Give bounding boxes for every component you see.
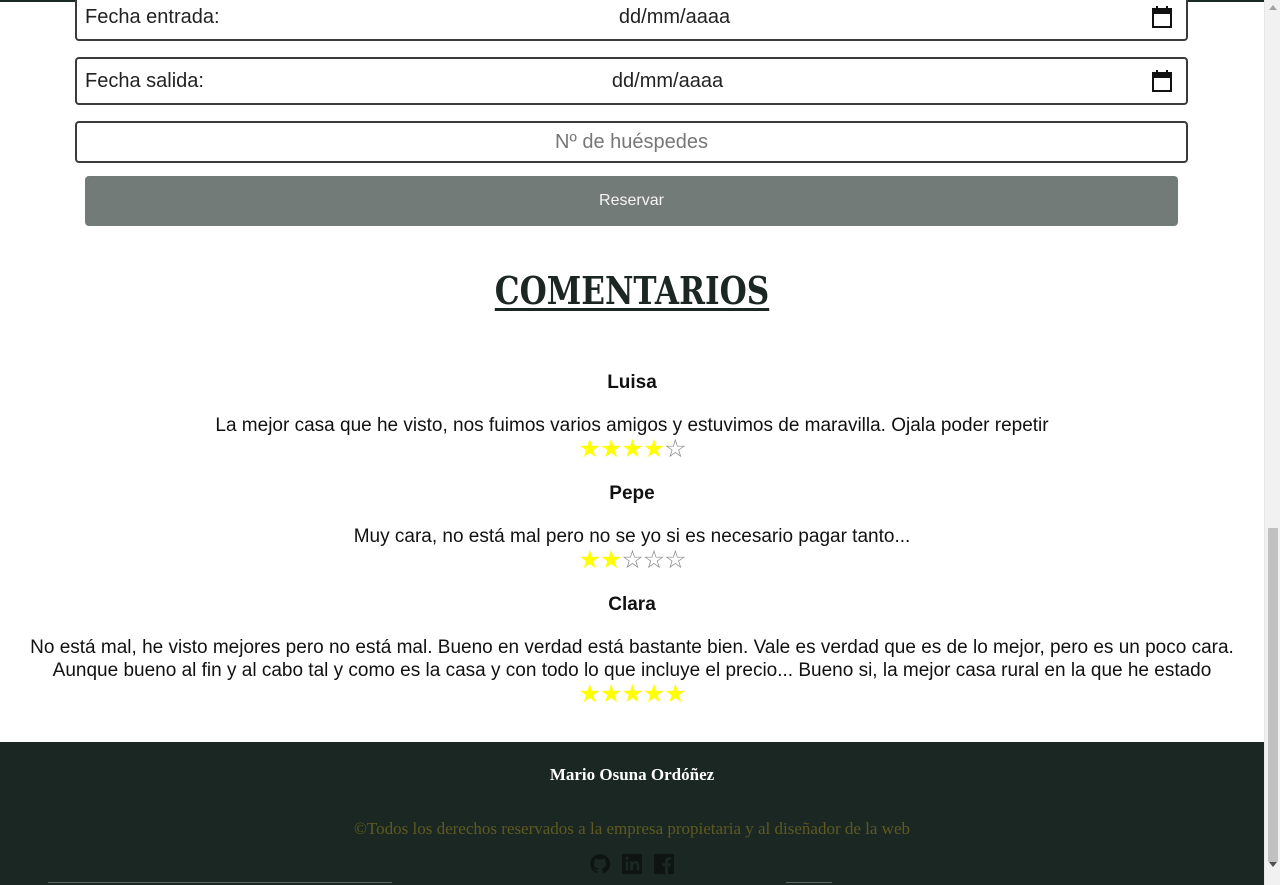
fecha-salida-label: Fecha salida:	[85, 69, 204, 92]
star-empty-icon: ☆	[642, 546, 665, 574]
comments-title: COMENTARIOS	[114, 268, 1150, 313]
star-empty-icon: ☆	[621, 546, 643, 574]
comment-item: Luisa La mejor casa que he visto, nos fu…	[0, 372, 1264, 462]
fecha-entrada-value: dd/mm/aaaa	[618, 5, 731, 28]
star-filled-icon: ★	[578, 546, 600, 574]
footer-divider	[786, 882, 832, 883]
fecha-entrada-field[interactable]: Fecha entrada: dd/mm/aaaa	[75, 0, 1188, 41]
guests-field	[75, 121, 1188, 163]
star-empty-icon: ☆	[664, 546, 686, 574]
comment-text: No está mal, he visto mejores pero no es…	[30, 637, 1234, 681]
comment-author: Luisa	[607, 372, 657, 393]
comment-item: Clara No está mal, he visto mejores pero…	[0, 594, 1264, 707]
star-filled-icon: ★	[599, 546, 622, 574]
star-rating: ★★★★★	[0, 682, 1264, 707]
fecha-salida-field[interactable]: Fecha salida: dd/mm/aaaa	[75, 57, 1188, 105]
fecha-salida-value: dd/mm/aaaa	[611, 69, 724, 92]
facebook-icon[interactable]	[653, 853, 675, 875]
star-filled-icon: ★	[664, 680, 686, 708]
comment-item: Pepe Muy cara, no está mal pero no se yo…	[0, 483, 1264, 573]
footer-copyright: ©Todos los derechos reservados a la empr…	[354, 819, 910, 838]
page: Fecha entrada: dd/mm/aaaa Fecha salida: …	[0, 0, 1264, 885]
linkedin-icon[interactable]	[621, 853, 643, 875]
vertical-scrollbar[interactable]	[1264, 0, 1280, 885]
star-filled-icon: ★	[578, 680, 600, 708]
scrollbar-thumb[interactable]	[1268, 528, 1278, 862]
comments-title-text: COMENTARIOS	[494, 268, 770, 313]
footer-author-name: Mario Osuna Ordóñez	[549, 765, 715, 784]
star-filled-icon: ★	[621, 435, 643, 463]
calendar-icon[interactable]	[1152, 70, 1172, 92]
guests-input[interactable]	[77, 123, 1186, 161]
star-rating: ★★☆☆☆	[0, 548, 1264, 573]
star-filled-icon: ★	[599, 680, 622, 708]
reserve-button[interactable]: Reservar	[85, 176, 1178, 226]
comment-author: Pepe	[609, 483, 655, 504]
calendar-icon[interactable]	[1152, 6, 1172, 28]
scroll-down-arrow-icon[interactable]	[1269, 862, 1277, 867]
github-icon[interactable]	[589, 853, 611, 875]
footer: Mario Osuna Ordóñez ©Todos los derechos …	[0, 742, 1264, 885]
footer-divider	[48, 882, 392, 883]
star-filled-icon: ★	[642, 435, 665, 463]
comment-author: Clara	[608, 594, 656, 615]
comment-text: La mejor casa que he visto, nos fuimos v…	[215, 415, 1049, 436]
star-empty-icon: ☆	[664, 435, 686, 463]
scroll-up-arrow-icon[interactable]	[1269, 5, 1277, 10]
star-filled-icon: ★	[578, 435, 600, 463]
star-filled-icon: ★	[621, 680, 643, 708]
star-rating: ★★★★☆	[0, 437, 1264, 462]
comment-text: Muy cara, no está mal pero no se yo si e…	[353, 526, 911, 547]
star-filled-icon: ★	[599, 435, 622, 463]
star-filled-icon: ★	[642, 680, 665, 708]
social-links	[0, 853, 1264, 880]
fecha-entrada-label: Fecha entrada:	[85, 5, 220, 28]
